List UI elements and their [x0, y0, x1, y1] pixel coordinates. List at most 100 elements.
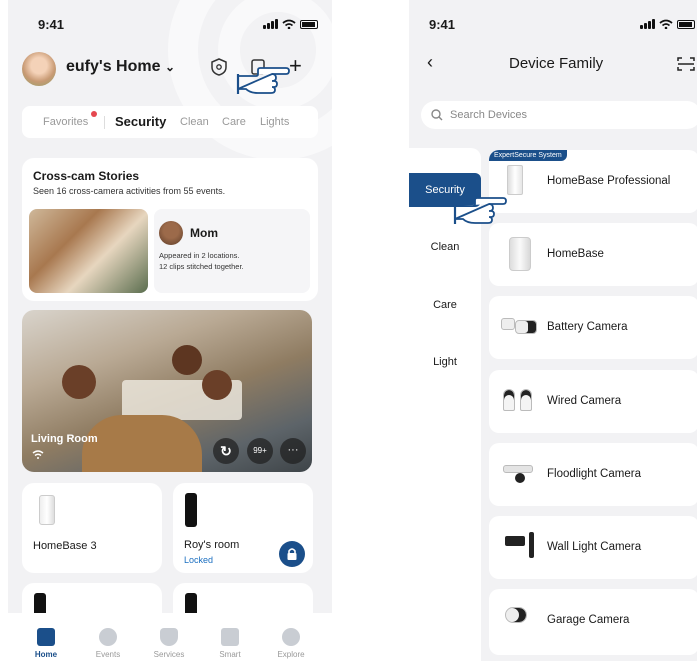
- device-name: HomeBase 3: [33, 540, 97, 552]
- home-selector[interactable]: eufy's Home ⌄: [66, 58, 175, 76]
- lock-status: Locked: [184, 555, 214, 565]
- smart-icon: [221, 628, 239, 646]
- nav-label: Explore: [277, 650, 305, 659]
- camera-image: [503, 389, 515, 411]
- stories-subtitle: Seen 16 cross-camera activities from 55 …: [33, 186, 226, 196]
- device-floodlight-camera[interactable]: Floodlight Camera: [489, 443, 697, 506]
- page-title: Device Family: [509, 55, 604, 72]
- garage-camera-image: [505, 607, 527, 623]
- shield-icon[interactable]: [211, 58, 227, 76]
- camera-live-card[interactable]: Living Room ↻ 99+ ···: [22, 310, 312, 472]
- device-label: Floodlight Camera: [547, 468, 641, 480]
- stories-title: Cross-cam Stories: [33, 169, 140, 183]
- wall-light-image: [529, 532, 534, 558]
- category-care[interactable]: Care: [409, 299, 481, 311]
- device-label: Garage Camera: [547, 614, 630, 626]
- search-input[interactable]: Search Devices: [450, 109, 527, 121]
- explore-icon: [282, 628, 300, 646]
- tab-favorites[interactable]: Favorites: [43, 116, 88, 128]
- nav-explore[interactable]: Explore: [261, 628, 321, 659]
- device-label: Wall Light Camera: [547, 541, 642, 553]
- home-screen: 9:41 eufy's Home ⌄ + Favorites Security …: [8, 0, 332, 661]
- signal-icon: [263, 19, 278, 29]
- search-bar[interactable]: Search Devices: [421, 101, 697, 129]
- category-clean[interactable]: Clean: [409, 241, 481, 253]
- homebase-image: [509, 237, 531, 271]
- nav-label: Smart: [219, 650, 241, 659]
- homebase-pro-image: [507, 165, 523, 195]
- tab-security[interactable]: Security: [115, 114, 166, 129]
- events-icon: [99, 628, 117, 646]
- refresh-icon[interactable]: ↻: [213, 438, 239, 464]
- chevron-down-icon: ⌄: [164, 60, 176, 74]
- status-bar: 9:41: [409, 17, 697, 33]
- wifi-icon: [659, 19, 673, 29]
- lock-icon: [287, 548, 297, 560]
- device-tile-roys-room[interactable]: Roy's room Locked: [173, 483, 313, 573]
- nav-home[interactable]: Home: [16, 628, 76, 659]
- services-icon: [160, 628, 178, 646]
- status-time: 9:41: [38, 17, 65, 32]
- status-bar: 9:41: [8, 17, 332, 33]
- category-tabs: Favorites Security Clean Care Lights: [22, 106, 318, 138]
- scene-person: [172, 345, 202, 375]
- avatar[interactable]: [22, 52, 56, 86]
- category-light[interactable]: Light: [409, 356, 481, 368]
- home-name: eufy's Home: [66, 58, 161, 75]
- nav-services[interactable]: Services: [139, 628, 199, 659]
- camera-image: [501, 318, 515, 330]
- home-icon: [37, 628, 55, 646]
- wifi-icon: [282, 19, 296, 29]
- battery-icon: [300, 19, 318, 29]
- tab-lights[interactable]: Lights: [260, 116, 289, 128]
- person-name: Mom: [190, 226, 218, 240]
- tab-care[interactable]: Care: [222, 116, 246, 128]
- nav-label: Events: [95, 650, 121, 659]
- scan-icon[interactable]: [677, 56, 695, 72]
- device-label: Battery Camera: [547, 321, 628, 333]
- camera-image: [515, 320, 537, 334]
- status-time: 9:41: [429, 17, 456, 32]
- lock-button[interactable]: [279, 541, 305, 567]
- wall-light-image: [505, 536, 525, 546]
- story-detail: Mom Appeared in 2 locations. 12 clips st…: [154, 209, 310, 293]
- device-tile-homebase3[interactable]: HomeBase 3: [22, 483, 162, 573]
- battery-icon: [677, 19, 695, 29]
- homebase-image: [39, 495, 55, 525]
- device-name: Roy's room: [184, 539, 240, 551]
- story-thumbnail[interactable]: [29, 209, 148, 293]
- device-wired-camera[interactable]: Wired Camera: [489, 370, 697, 433]
- floodlight-lens: [515, 473, 525, 483]
- add-icon[interactable]: +: [289, 53, 302, 79]
- scene-person: [202, 370, 232, 400]
- device-label: HomeBase Professional: [547, 175, 671, 187]
- story-line1: Appeared in 2 locations.: [159, 251, 240, 260]
- person-avatar: [159, 221, 183, 245]
- smart-lock-image: [185, 493, 197, 527]
- cross-cam-stories-card[interactable]: Cross-cam Stories Seen 16 cross-camera a…: [22, 158, 318, 301]
- camera-image: [520, 389, 532, 411]
- scene-dog: [82, 415, 202, 472]
- device-wall-light-camera[interactable]: Wall Light Camera: [489, 516, 697, 579]
- notification-dot: [91, 111, 97, 117]
- nav-smart[interactable]: Smart: [200, 628, 260, 659]
- device-family-screen: 9:41 ‹ Device Family Search Devices Secu…: [409, 0, 697, 661]
- more-icon[interactable]: ···: [280, 438, 306, 464]
- scene-person: [62, 365, 96, 399]
- device-homebase-professional[interactable]: ExpertSecure System HomeBase Professiona…: [489, 150, 697, 213]
- pointing-hand-icon: [453, 197, 507, 224]
- signal-icon: [640, 19, 655, 29]
- pointing-hand-icon: [236, 67, 290, 94]
- back-button[interactable]: ‹: [427, 52, 433, 73]
- tab-clean[interactable]: Clean: [180, 116, 209, 128]
- device-homebase[interactable]: HomeBase: [489, 223, 697, 286]
- device-label: Wired Camera: [547, 395, 622, 407]
- floodlight-image: [503, 465, 533, 473]
- nav-events[interactable]: Events: [78, 628, 138, 659]
- story-line2: 12 clips stitched together.: [159, 262, 244, 271]
- camera-room-label: Living Room: [31, 433, 98, 445]
- event-count-badge[interactable]: 99+: [247, 438, 273, 464]
- device-battery-camera[interactable]: Battery Camera: [489, 296, 697, 359]
- divider: [104, 116, 105, 129]
- device-garage-camera[interactable]: Garage Camera: [489, 589, 697, 655]
